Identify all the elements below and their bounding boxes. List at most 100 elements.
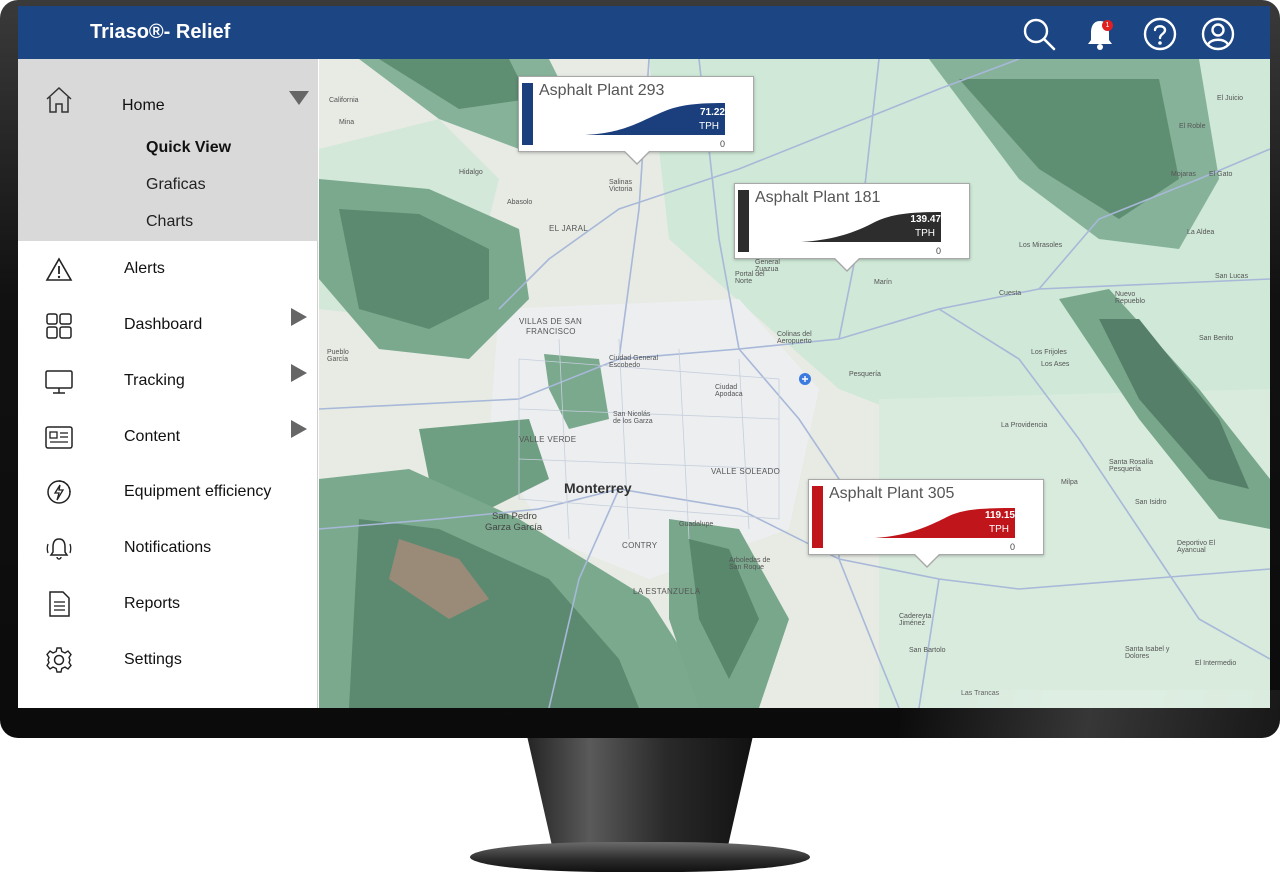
map-label-los-mirasoles: Los Mirasoles [1019,242,1063,249]
map-label-pesqueria: Pesquería [849,371,881,378]
sidebar-item-equipment-efficiency[interactable]: Equipment efficiency [18,471,318,519]
map-label-el-roble: El Roble [1179,123,1206,130]
app-title: Triaso®- Relief [90,21,231,43]
map-label-la-estanzuela: LA ESTANZUELA [633,587,701,596]
monitor-base [470,842,810,872]
help-icon[interactable] [1142,16,1178,52]
map-label-portal-del-norte: Portal del Norte [735,271,765,285]
map-label-salinas: Salinas Victoria [609,179,633,193]
map-label-milpa: Milpa [1061,479,1078,486]
sidebar-item-label: Notifications [124,539,212,556]
sidebar-item-home[interactable]: Home [18,81,318,129]
user-icon[interactable] [1200,16,1236,52]
map-label-los-ases: Los Ases [1041,361,1070,368]
chevron-right-icon[interactable] [291,364,307,382]
map-label-villas-de-san: VILLAS DE SAN [519,317,583,326]
monitor-frame: Triaso®- Relief 1 Home Quick View Grafic… [0,0,1280,738]
sidebar-item-tracking[interactable]: Tracking [18,359,318,407]
monitor-stand [527,738,753,848]
plant-status-bar [738,190,749,252]
sidebar-item-alerts[interactable]: Alerts [18,247,318,295]
plant-unit: TPH [915,228,935,239]
plant-unit: TPH [989,524,1009,535]
card-pointer [623,150,651,165]
plant-value: 139.47 [910,214,941,225]
sidebar-subitem-graficas[interactable]: Graficas [146,176,206,194]
plant-axis-zero: 0 [935,246,941,256]
map-label-monterrey: Monterrey [564,480,632,496]
plant-axis-zero: 0 [719,139,725,149]
report-icon [44,589,74,619]
chevron-right-icon[interactable] [291,420,307,438]
map-label-hidalgo: Hidalgo [459,169,483,176]
map-label-san-nicolas: San Nicolás de los Garza [613,411,653,425]
map-label-contry: CONTRY [622,541,658,550]
map-label-santa-rosalia: Santa Rosalía Pesquería [1109,459,1153,473]
map-label-el-gato: El Gato [1209,171,1233,178]
sidebar-item-settings[interactable]: Settings [18,639,318,687]
map-label-ciudad-escobedo: Ciudad General Escobedo [609,355,659,369]
sidebar-item-dashboard[interactable]: Dashboard [18,303,318,351]
map-label-valle-soleado: VALLE SOLEADO [711,467,781,476]
map-label-el-intermedio: El Intermedio [1195,660,1237,667]
map-label-guadalupe: Guadalupe [679,521,714,528]
map-label-santa-isabel: Santa Isabel y Dolores [1125,646,1170,660]
bell-icon[interactable]: 1 [1082,16,1118,52]
home-icon [44,85,74,115]
map-label-san-pedro: San Pedro [492,511,537,522]
plant-status-bar [812,486,823,548]
sidebar-item-label: Equipment efficiency [124,483,272,500]
dashboard-icon [44,311,74,341]
map-label-el-jaral: EL JARAL [549,224,589,233]
map-label-el-juicio: El Juicio [1217,95,1244,102]
chevron-right-icon[interactable] [291,308,307,326]
plant-value: 119.15 [984,510,1015,521]
monitor-icon [44,367,74,397]
map-label-mojaras: Mojaras [1171,171,1196,178]
map-view[interactable]: Monterrey San Pedro Garza García VALLE V… [319,59,1270,708]
map-label-francisco: FRANCISCO [526,327,576,336]
search-icon[interactable] [1021,16,1057,52]
plant-unit: TPH [699,121,719,132]
map-label-colinas: Colinas del Aeropuerto [777,331,812,345]
map-label-valle-verde: VALLE VERDE [519,435,577,444]
notification-ring-icon [44,533,74,563]
sidebar-item-reports[interactable]: Reports [18,583,318,631]
map-label-california: California [329,97,359,104]
plant-card-293[interactable]: Asphalt Plant 293 71.22 TPH 0 [518,76,754,165]
card-pointer [913,553,941,568]
map-label-san-lucas: San Lucas [1215,273,1249,280]
chevron-down-icon[interactable] [289,91,309,105]
plant-card-181[interactable]: Asphalt Plant 181 139.47 TPH 0 [734,183,970,272]
alert-icon [44,255,74,285]
efficiency-icon [44,477,74,507]
app-screen: Triaso®- Relief 1 Home Quick View Grafic… [18,6,1270,708]
map-label-la-providencia: La Providencia [1001,422,1048,429]
map-label-cadereyta: Cadereyta Jiménez [899,613,932,627]
map-label-mina: Mina [339,119,355,126]
sidebar-item-label: Reports [124,595,181,612]
map-label-los-frijoles: Los Frijoles [1031,349,1067,356]
map-label-abasolo: Abasolo [507,199,533,206]
map-label-ciudad-apodaca: Ciudad Apodaca [715,384,743,398]
map-label-san-bartolo: San Bartolo [909,647,946,654]
map-label-pueblo-garcia: Pueblo García [327,349,349,363]
sidebar-item-content[interactable]: Content [18,415,318,463]
sidebar-item-label: Content [124,428,181,445]
map-label-nuevo-repueblo: Nuevo Repueblo [1115,291,1145,305]
sidebar-subitem-charts[interactable]: Charts [146,213,193,231]
map-label-san-benito: San Benito [1199,335,1234,342]
map-label-las-trancas: Las Trancas [961,690,1000,697]
sidebar-item-label: Home [122,97,165,114]
gear-icon [44,645,74,675]
home-section: Home Quick View Graficas Charts [18,59,318,241]
sidebar-item-notifications[interactable]: Notifications [18,527,318,575]
sidebar-item-label: Tracking [124,372,185,389]
plant-card-305[interactable]: Asphalt Plant 305 119.15 TPH 0 [808,479,1044,568]
card-pointer [833,257,861,272]
plant-axis-zero: 0 [1009,542,1015,552]
sidebar-subitem-quick-view[interactable]: Quick View [146,139,231,157]
notification-badge: 1 [1102,20,1113,31]
map-label-marin: Marín [874,279,892,286]
sidebar: Home Quick View Graficas Charts Alerts D… [18,59,318,708]
